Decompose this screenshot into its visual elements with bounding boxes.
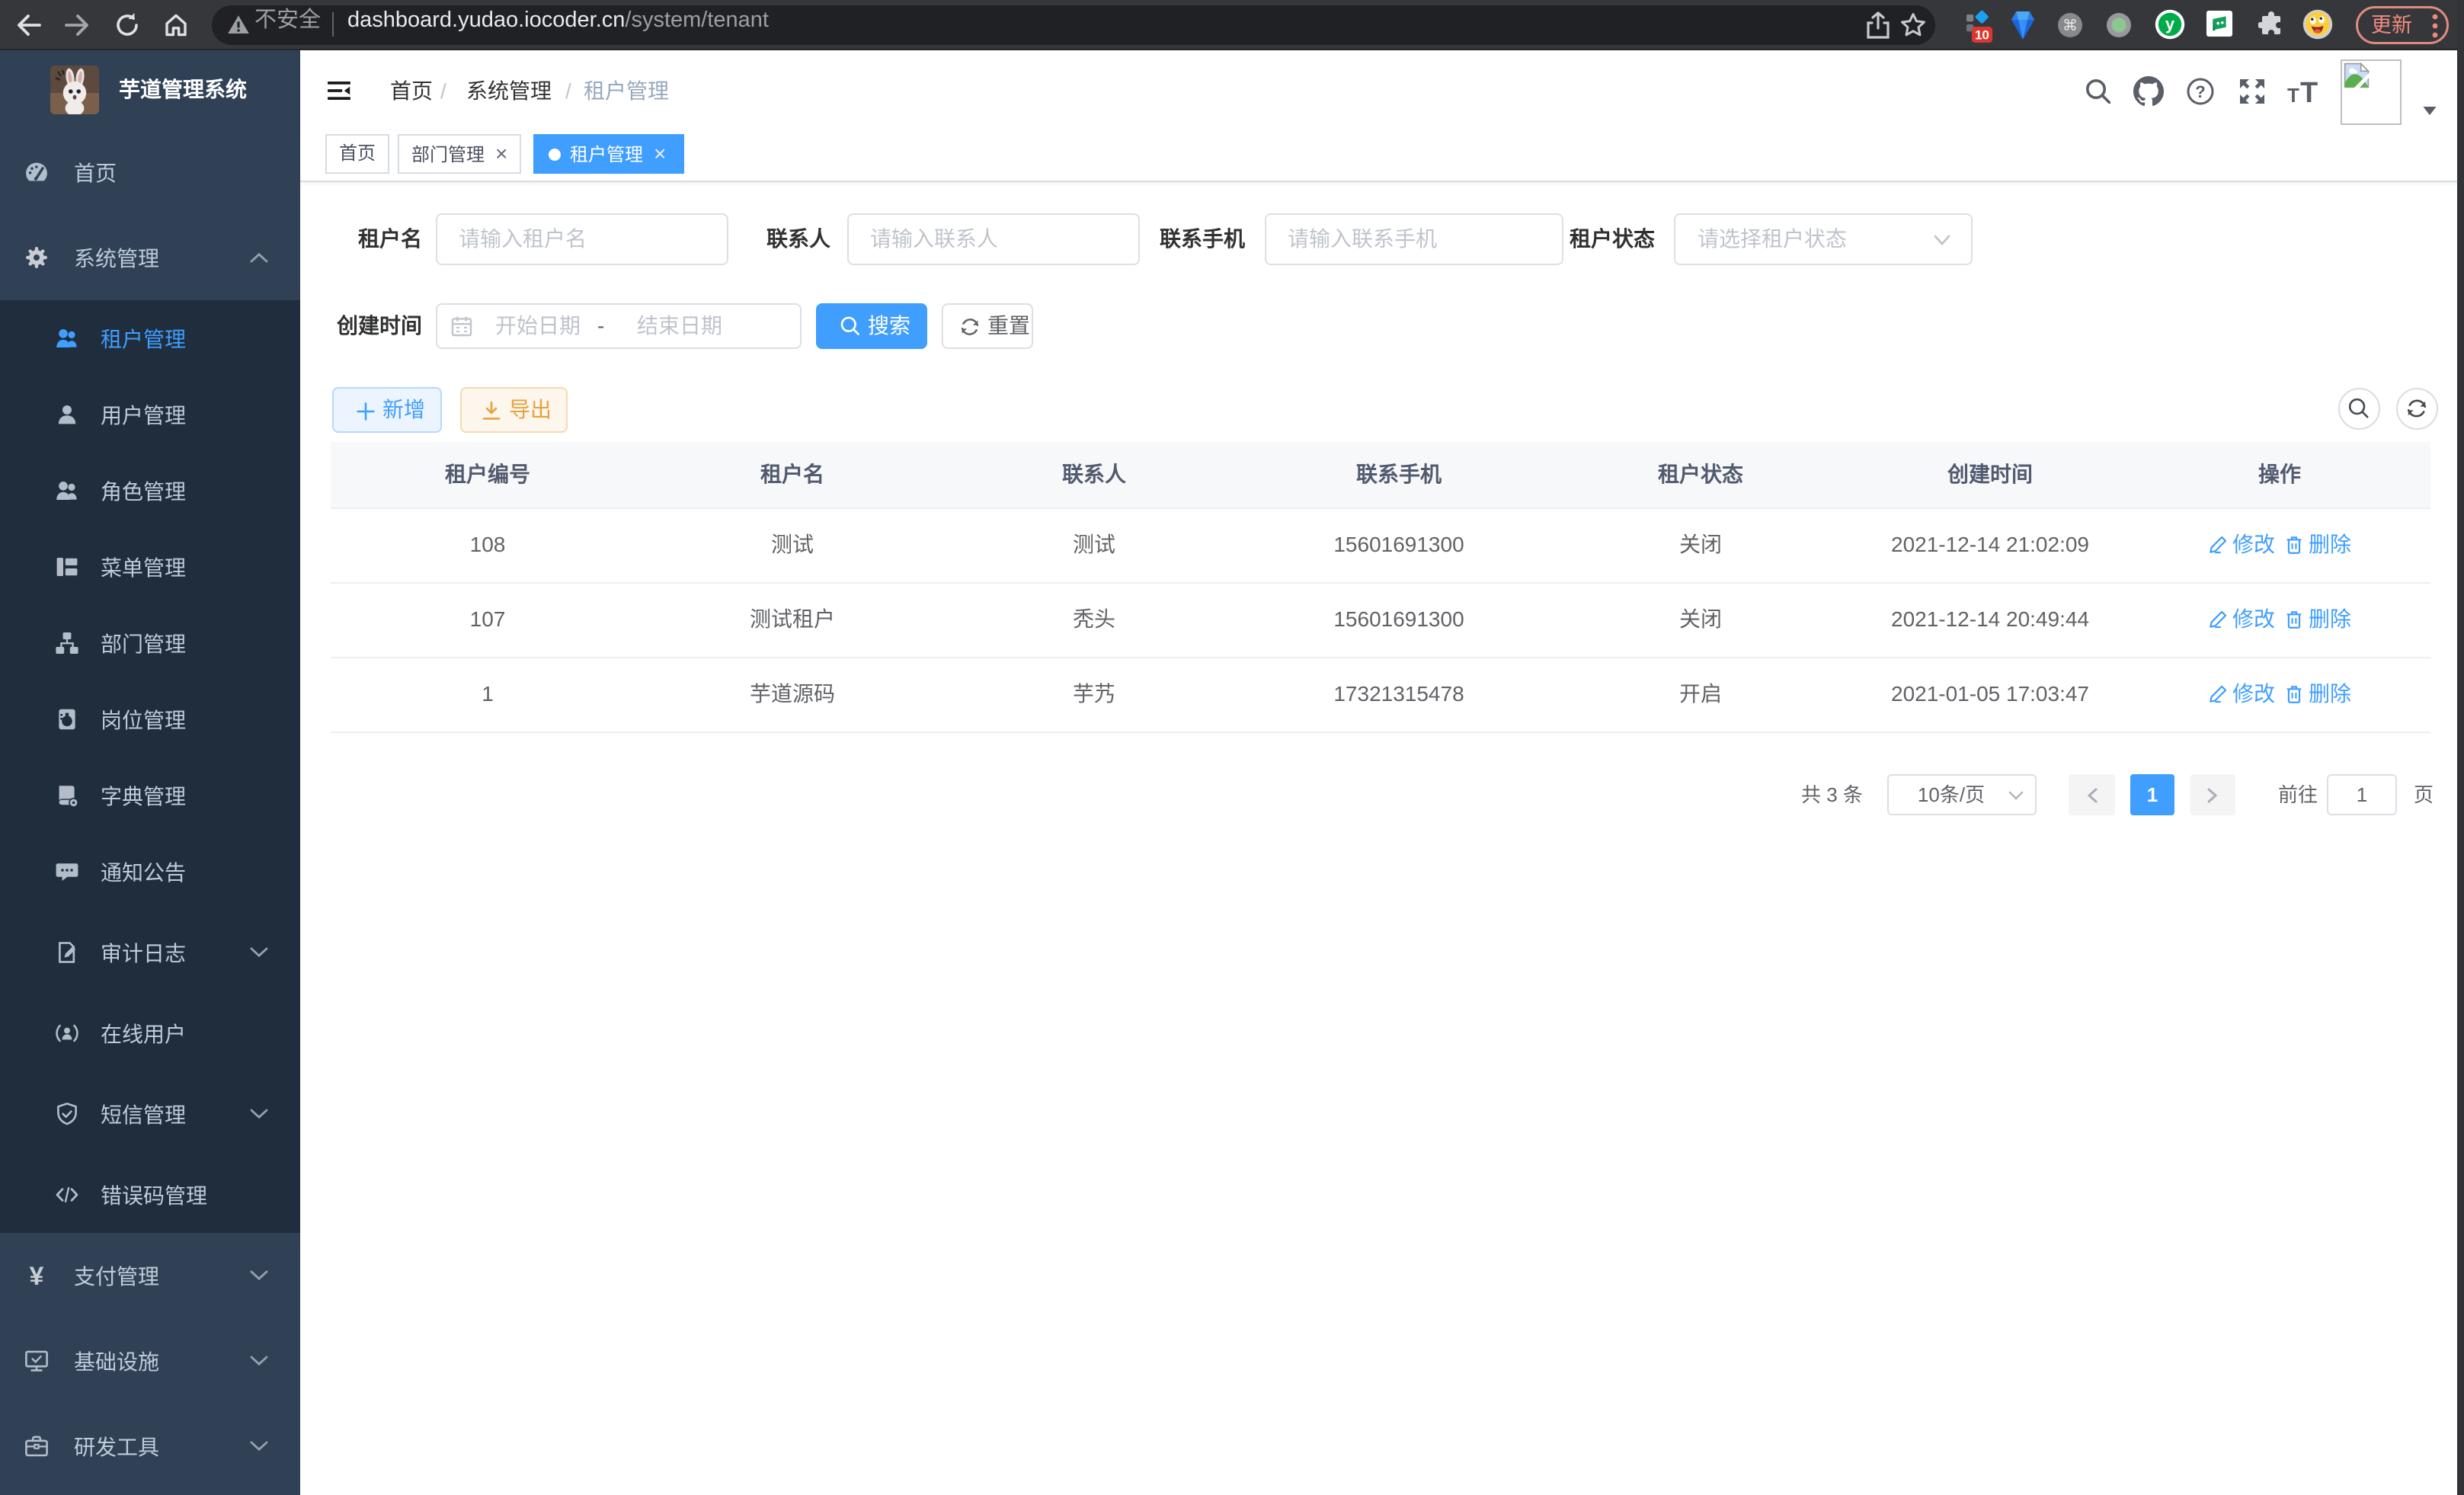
svg-text:¥: ¥: [30, 1262, 44, 1289]
svg-text:⌘: ⌘: [2062, 18, 2078, 34]
svg-text:10: 10: [1975, 27, 1989, 42]
svg-text:y: y: [2165, 14, 2175, 34]
svg-text:T: T: [2287, 84, 2299, 105]
svg-text:T: T: [2300, 78, 2318, 105]
svg-text:?: ?: [2195, 82, 2205, 101]
